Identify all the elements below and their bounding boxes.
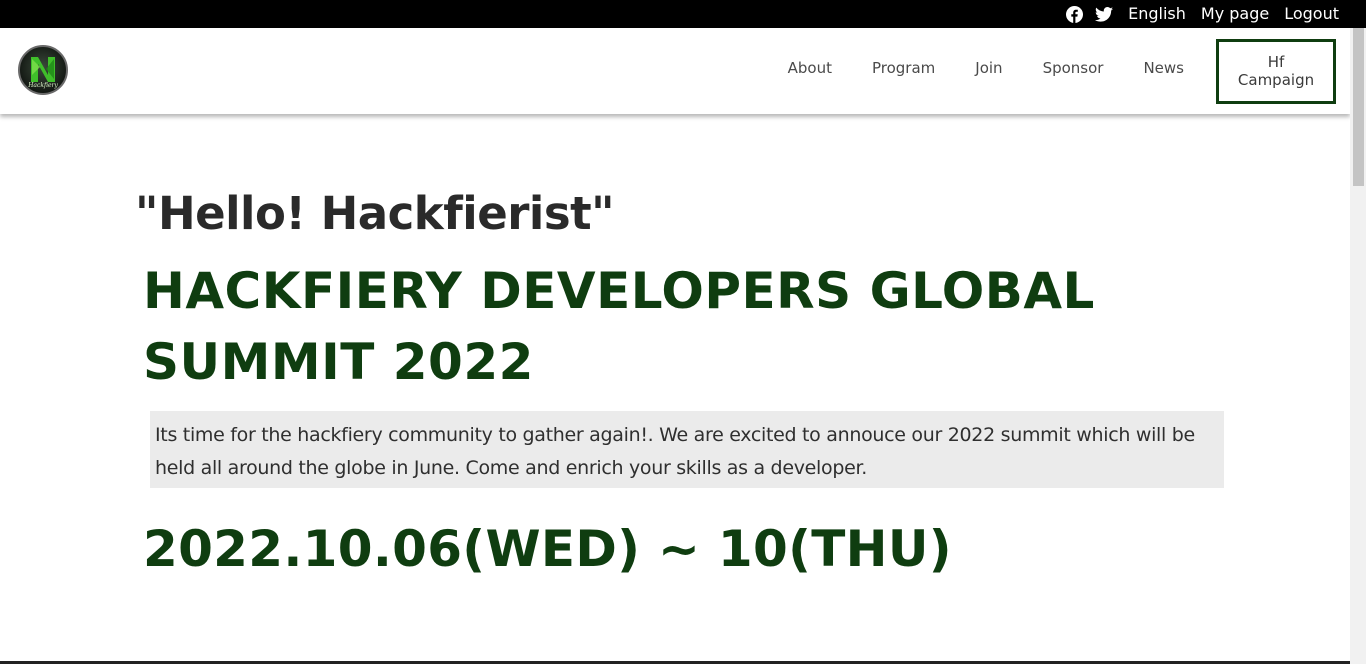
hackfiery-logo[interactable]: Hackfiery bbox=[18, 45, 68, 95]
twitter-icon[interactable] bbox=[1095, 4, 1114, 24]
greeting-heading: "Hello! Hackfierist" bbox=[135, 187, 615, 240]
top-utility-bar: English My page Logout bbox=[0, 0, 1366, 28]
nav-sponsor[interactable]: Sponsor bbox=[1043, 59, 1104, 77]
logo-text: Hackfiery bbox=[27, 82, 58, 89]
nav-program[interactable]: Program bbox=[872, 59, 935, 77]
logout-link[interactable]: Logout bbox=[1284, 4, 1339, 24]
scrollbar-thumb[interactable] bbox=[1353, 28, 1364, 186]
summit-headline: HACKFIERY DEVELOPERS GLOBAL SUMMIT 2022 bbox=[143, 262, 1095, 391]
page-scrollbar[interactable] bbox=[1350, 28, 1366, 664]
nav-join[interactable]: Join bbox=[975, 59, 1002, 77]
my-page-link[interactable]: My page bbox=[1201, 4, 1269, 24]
facebook-icon[interactable] bbox=[1066, 4, 1084, 24]
nav-about[interactable]: About bbox=[788, 59, 832, 77]
hf-campaign-button[interactable]: Hf Campaign bbox=[1216, 38, 1336, 104]
intro-text: Its time for the hackfiery community to … bbox=[150, 411, 1224, 488]
main-nav: About Program Join Sponsor News Hf Campa… bbox=[748, 28, 1336, 114]
language-link[interactable]: English bbox=[1128, 4, 1186, 24]
event-dates: 2022.10.06(WED) ~ 10(THU) bbox=[143, 520, 952, 578]
site-header: Hackfiery About Program Join Sponsor New… bbox=[0, 28, 1350, 114]
nav-news[interactable]: News bbox=[1143, 59, 1184, 77]
